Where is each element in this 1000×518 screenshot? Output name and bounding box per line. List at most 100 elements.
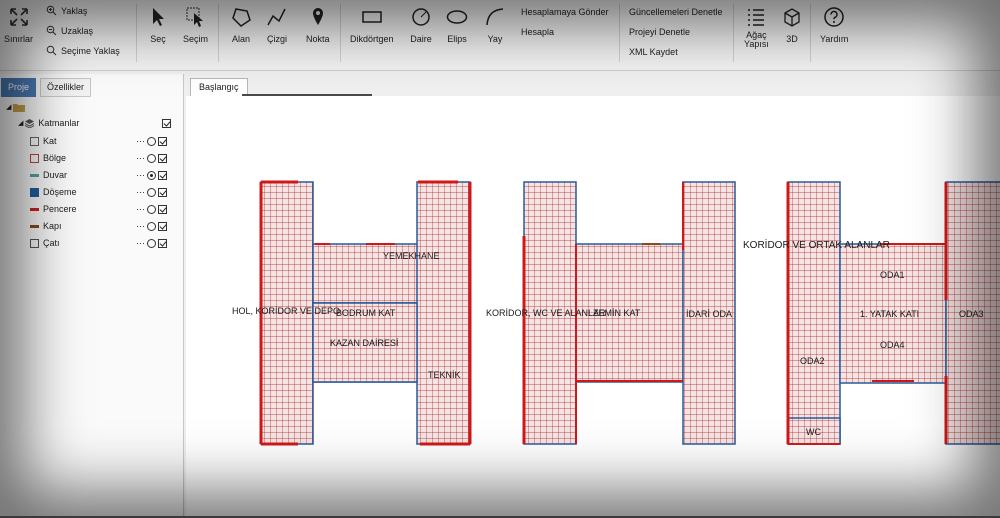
ribbon-separator bbox=[136, 4, 137, 62]
layer-visibility-checkbox[interactable] bbox=[158, 170, 167, 180]
floor-icon bbox=[30, 136, 39, 146]
active-layer-radio[interactable] bbox=[147, 153, 156, 163]
save-xml-button[interactable]: XML Kaydet bbox=[629, 47, 678, 57]
wall-icon bbox=[30, 173, 39, 177]
layers-icon bbox=[25, 118, 35, 128]
layer-visibility-checkbox[interactable] bbox=[158, 153, 167, 163]
circle-label: Daire bbox=[410, 34, 432, 44]
tree-layers[interactable]: ◢ Katmanlar bbox=[18, 116, 79, 130]
more-options-button[interactable]: ··· bbox=[136, 238, 145, 248]
room-area[interactable] bbox=[416, 181, 471, 445]
layer-item[interactable]: Bölge bbox=[30, 151, 66, 165]
check-project-button[interactable]: Projeyi Denetle bbox=[629, 27, 690, 37]
layer-item[interactable]: Kat bbox=[30, 134, 57, 148]
layer-item[interactable]: Pencere bbox=[30, 202, 77, 216]
tab-properties[interactable]: Özellikler bbox=[40, 78, 92, 97]
layer-item[interactable]: Duvar bbox=[30, 168, 67, 182]
polygon-icon bbox=[232, 8, 251, 27]
room-label: WC bbox=[806, 427, 821, 437]
more-options-button[interactable]: ··· bbox=[136, 170, 145, 180]
room-label: KORİDOR VE ORTAK ALANLAR bbox=[743, 240, 890, 251]
zoom-out-button[interactable]: Uzaklaş bbox=[46, 25, 93, 36]
layer-label: Duvar bbox=[43, 170, 68, 180]
calculate-button[interactable]: Hesapla bbox=[521, 27, 554, 37]
zoom-out-label: Uzaklaş bbox=[61, 25, 94, 36]
layer-item[interactable]: Çatı bbox=[30, 236, 60, 250]
zoom-bounds-button[interactable]: Sınırlar bbox=[4, 6, 33, 44]
more-options-button[interactable]: ··· bbox=[136, 187, 145, 197]
layer-visibility-checkbox[interactable] bbox=[158, 221, 167, 231]
layer-controls: ··· bbox=[136, 187, 167, 197]
room-label: ODA1 bbox=[880, 270, 905, 280]
active-layer-radio[interactable] bbox=[147, 170, 156, 180]
3d-button[interactable]: 3D bbox=[781, 6, 803, 44]
selection-button[interactable]: Seçim bbox=[183, 6, 208, 44]
arc-button[interactable]: Yay bbox=[484, 6, 506, 44]
check-updates-button[interactable]: Güncellemeleri Denetle bbox=[629, 7, 723, 17]
zoom-selection-button[interactable]: Seçime Yaklaş bbox=[46, 45, 120, 56]
zoom-in-button[interactable]: Yaklaş bbox=[46, 5, 87, 16]
window-icon bbox=[30, 207, 39, 211]
polyline-icon bbox=[267, 8, 286, 26]
rectangle-button[interactable]: Dikdörtgen bbox=[350, 6, 394, 44]
selection-label: Seçim bbox=[183, 34, 209, 44]
help-icon bbox=[824, 7, 844, 27]
room-label: 1. YATAK KATI bbox=[860, 309, 920, 319]
point-button[interactable]: Nokta bbox=[306, 6, 330, 44]
active-layer-radio[interactable] bbox=[147, 136, 156, 146]
more-options-button[interactable]: ··· bbox=[136, 153, 145, 163]
room-area[interactable] bbox=[787, 181, 841, 445]
room-label: KAZAN DAİRESİ bbox=[330, 338, 399, 348]
layer-visibility-checkbox[interactable] bbox=[158, 238, 167, 248]
layer-visibility-checkbox[interactable] bbox=[158, 136, 167, 146]
layer-item[interactable]: Kapı bbox=[30, 219, 62, 233]
layer-item[interactable]: Döşeme bbox=[30, 185, 77, 199]
active-layer-radio[interactable] bbox=[147, 204, 156, 214]
ellipse-label: Elips bbox=[447, 34, 467, 44]
room-label: ODA4 bbox=[880, 340, 905, 350]
circle-icon bbox=[412, 8, 430, 26]
tab-project[interactable]: Proje bbox=[1, 78, 37, 97]
more-options-button[interactable]: ··· bbox=[136, 221, 145, 231]
layer-visibility-checkbox[interactable] bbox=[158, 204, 167, 214]
layer-controls: ··· bbox=[136, 153, 167, 163]
list-icon bbox=[748, 9, 765, 26]
rectangle-label: Dikdörtgen bbox=[350, 34, 394, 44]
area-label: Alan bbox=[231, 34, 250, 44]
help-button[interactable]: Yardım bbox=[820, 6, 848, 44]
room-label: HOL, KORİDOR VE DEPO bbox=[232, 306, 341, 316]
more-options-button[interactable]: ··· bbox=[136, 204, 145, 214]
layer-controls: ··· bbox=[136, 204, 167, 214]
arc-icon bbox=[486, 8, 504, 26]
tree-root[interactable]: ◢ bbox=[6, 100, 29, 114]
map-pin-icon bbox=[312, 8, 323, 25]
tree-structure-label-line2: Yapısı bbox=[744, 39, 769, 49]
layer-label: Kapı bbox=[43, 221, 62, 231]
expand-icon bbox=[9, 8, 28, 26]
cursor-icon bbox=[153, 8, 164, 26]
select-button[interactable]: Seç bbox=[147, 6, 169, 44]
tree-structure-button[interactable]: Ağaç Yapısı bbox=[744, 6, 769, 49]
active-layer-radio[interactable] bbox=[147, 187, 156, 197]
ribbon-separator bbox=[733, 4, 734, 62]
more-options-button[interactable]: ··· bbox=[136, 136, 145, 146]
select-label: Seç bbox=[150, 34, 166, 44]
tree-structure-label: Ağaç Yapısı bbox=[744, 31, 769, 49]
active-layer-radio[interactable] bbox=[147, 221, 156, 231]
tab-start[interactable]: Başlangıç bbox=[190, 78, 248, 96]
area-button[interactable]: Alan bbox=[230, 6, 252, 44]
ellipse-icon bbox=[446, 10, 468, 24]
layer-visibility-checkbox[interactable] bbox=[158, 187, 167, 197]
line-button[interactable]: Çizgi bbox=[266, 6, 288, 44]
ellipse-button[interactable]: Elips bbox=[446, 6, 468, 44]
ribbon-separator bbox=[619, 4, 620, 62]
room-label: ODA3 bbox=[959, 309, 984, 319]
active-layer-radio[interactable] bbox=[147, 238, 156, 248]
send-to-calc-button[interactable]: Hesaplamaya Gönder bbox=[521, 7, 609, 17]
circle-button[interactable]: Daire bbox=[410, 6, 432, 44]
room-label: ZEMİN KAT bbox=[593, 308, 641, 318]
layers-visibility-checkbox[interactable] bbox=[162, 119, 171, 128]
rectangle-icon bbox=[362, 11, 382, 23]
expand-arrow-icon: ◢ bbox=[6, 104, 12, 111]
roof-icon bbox=[30, 238, 39, 248]
